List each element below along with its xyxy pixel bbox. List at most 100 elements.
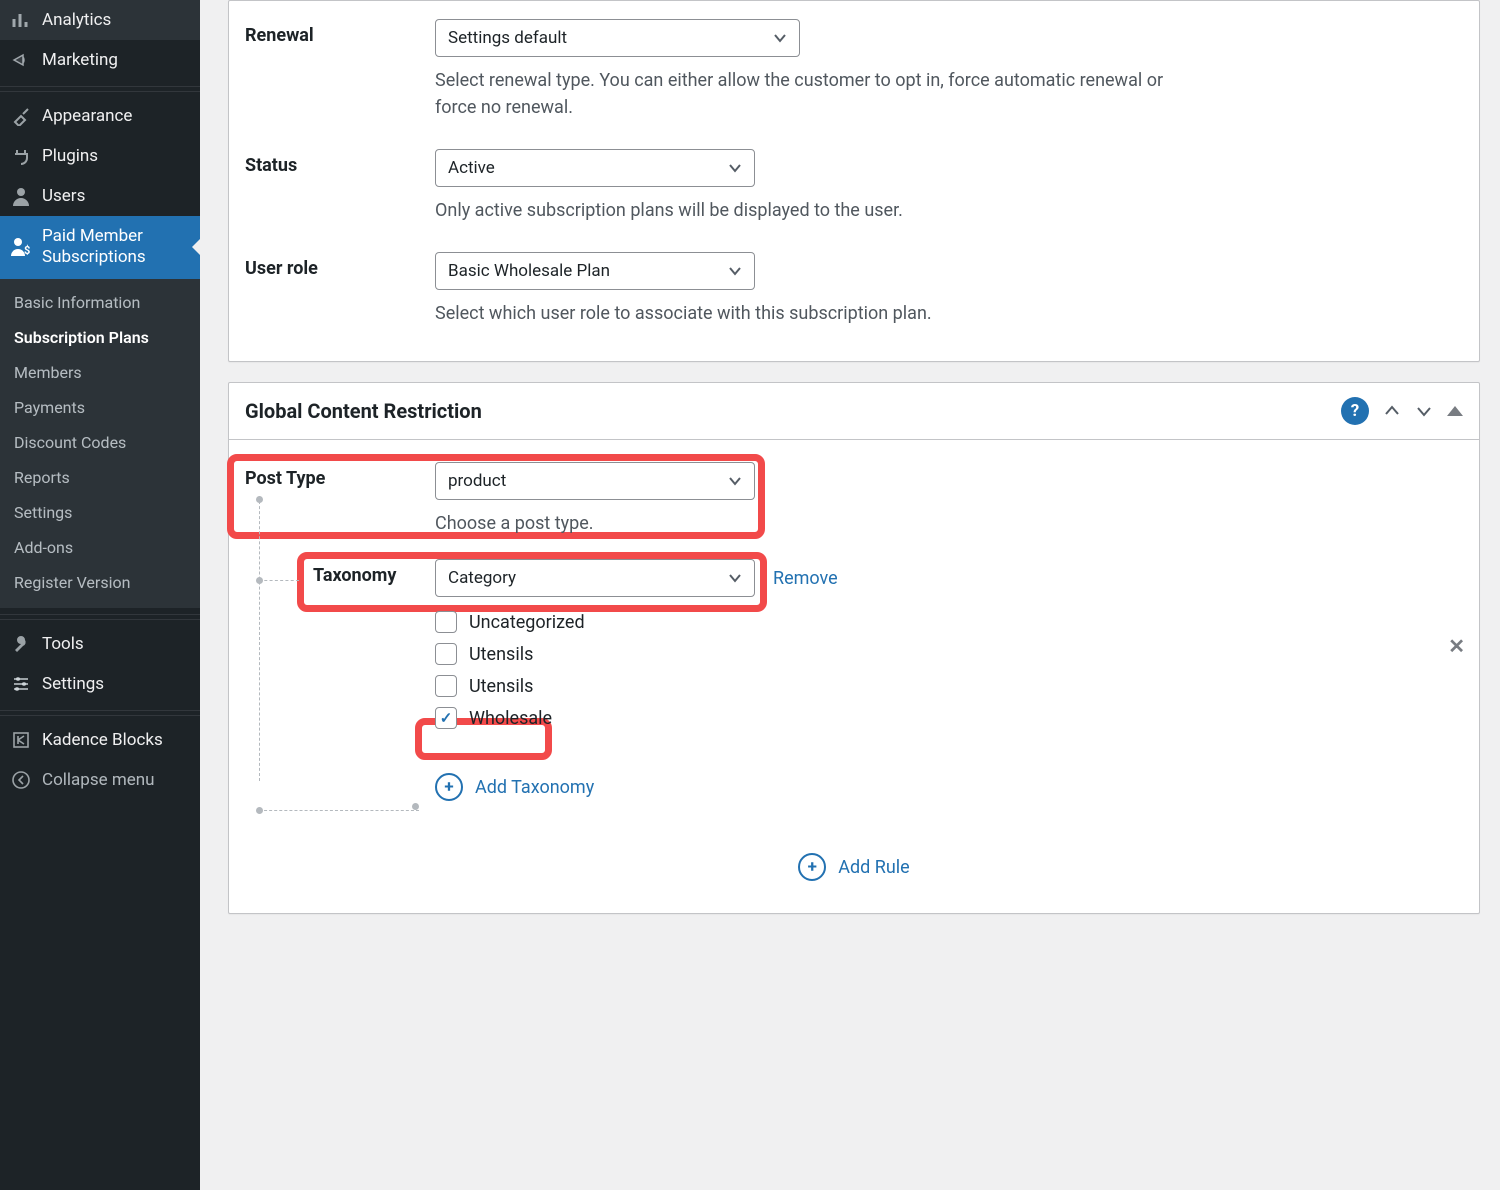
chevron-down-icon bbox=[773, 31, 787, 45]
remove-taxonomy-link[interactable]: Remove bbox=[773, 568, 838, 589]
plus-icon[interactable]: + bbox=[798, 853, 826, 881]
sidebar-submenu: Basic Information Subscription Plans Mem… bbox=[0, 279, 200, 608]
post-type-select[interactable]: product bbox=[435, 462, 755, 500]
taxonomy-value: Category bbox=[448, 568, 516, 588]
status-help: Only active subscription plans will be d… bbox=[435, 197, 1195, 224]
checkbox-wholesale[interactable] bbox=[435, 707, 457, 729]
taxonomy-label: Taxonomy bbox=[313, 559, 435, 586]
collapse-icon bbox=[10, 770, 32, 790]
user-icon bbox=[10, 186, 32, 206]
chevron-down-icon bbox=[728, 264, 742, 278]
sidebar-collapse-menu[interactable]: Collapse menu bbox=[0, 760, 200, 800]
user-role-select[interactable]: Basic Wholesale Plan bbox=[435, 252, 755, 290]
submenu-item-payments[interactable]: Payments bbox=[0, 390, 200, 425]
plus-icon[interactable]: + bbox=[435, 773, 463, 801]
sidebar-item-kadence-blocks[interactable]: Kadence Blocks bbox=[0, 720, 200, 760]
submenu-item-subscription-plans[interactable]: Subscription Plans bbox=[0, 320, 200, 355]
sidebar-item-label: Kadence Blocks bbox=[42, 730, 163, 750]
status-value: Active bbox=[448, 158, 495, 178]
tree-dot bbox=[256, 807, 263, 814]
sidebar-separator bbox=[0, 614, 200, 620]
user-dollar-icon: $ bbox=[10, 236, 32, 258]
tree-dot bbox=[412, 803, 419, 810]
sidebar-item-label: Settings bbox=[42, 674, 104, 694]
panel-collapse-toggle[interactable] bbox=[1447, 401, 1463, 421]
svg-text:$: $ bbox=[24, 244, 30, 257]
sidebar-item-analytics[interactable]: Analytics bbox=[0, 0, 200, 40]
gcr-panel-header: Global Content Restriction ? bbox=[229, 383, 1479, 440]
sidebar-item-label: Plugins bbox=[42, 146, 98, 166]
gcr-panel-title: Global Content Restriction bbox=[245, 399, 482, 423]
term-label: Wholesale bbox=[469, 708, 552, 729]
post-type-help: Choose a post type. bbox=[435, 510, 1195, 537]
post-type-value: product bbox=[448, 471, 506, 491]
sidebar-item-label: Analytics bbox=[42, 10, 111, 30]
add-rule-link[interactable]: Add Rule bbox=[838, 857, 909, 878]
sidebar-item-settings[interactable]: Settings bbox=[0, 664, 200, 704]
sidebar-item-label: Appearance bbox=[42, 106, 132, 126]
add-taxonomy-link[interactable]: Add Taxonomy bbox=[475, 777, 594, 798]
taxonomy-term-row: Utensils bbox=[435, 643, 1463, 665]
sidebar-item-appearance[interactable]: Appearance bbox=[0, 96, 200, 136]
submenu-item-settings[interactable]: Settings bbox=[0, 495, 200, 530]
submenu-item-register-version[interactable]: Register Version bbox=[0, 565, 200, 600]
help-icon[interactable]: ? bbox=[1341, 397, 1369, 425]
submenu-item-discount-codes[interactable]: Discount Codes bbox=[0, 425, 200, 460]
add-taxonomy-row: + Add Taxonomy bbox=[245, 773, 1463, 801]
sidebar-item-label: Marketing bbox=[42, 50, 118, 70]
brush-icon bbox=[10, 106, 32, 126]
add-rule-row: + Add Rule bbox=[245, 841, 1463, 885]
renewal-select[interactable]: Settings default bbox=[435, 19, 800, 57]
tree-line bbox=[259, 810, 419, 811]
field-row-renewal: Renewal Settings default Select renewal … bbox=[245, 19, 1463, 121]
main-content: Renewal Settings default Select renewal … bbox=[200, 0, 1500, 1190]
sliders-icon bbox=[10, 674, 32, 694]
subscription-plan-panel: Renewal Settings default Select renewal … bbox=[228, 0, 1480, 362]
plug-icon bbox=[10, 146, 32, 166]
chevron-up-icon[interactable] bbox=[1383, 402, 1401, 420]
admin-sidebar: Analytics Marketing Appearance Plugins U… bbox=[0, 0, 200, 1190]
field-row-user-role: User role Basic Wholesale Plan Select wh… bbox=[245, 252, 1463, 327]
user-role-help: Select which user role to associate with… bbox=[435, 300, 1195, 327]
submenu-item-reports[interactable]: Reports bbox=[0, 460, 200, 495]
sidebar-item-plugins[interactable]: Plugins bbox=[0, 136, 200, 176]
post-type-label: Post Type bbox=[245, 462, 435, 489]
status-label: Status bbox=[245, 149, 435, 176]
term-label: Utensils bbox=[469, 644, 533, 665]
sidebar-item-label: Users bbox=[42, 186, 85, 206]
taxonomy-term-row: Wholesale bbox=[435, 707, 1463, 729]
megaphone-icon bbox=[10, 50, 32, 70]
sidebar-item-marketing[interactable]: Marketing bbox=[0, 40, 200, 80]
taxonomy-term-list: Uncategorized Utensils Utensils Who bbox=[435, 611, 1463, 729]
renewal-value: Settings default bbox=[448, 28, 567, 48]
submenu-item-members[interactable]: Members bbox=[0, 355, 200, 390]
taxonomy-term-row: Utensils bbox=[435, 675, 1463, 697]
taxonomy-select[interactable]: Category bbox=[435, 559, 755, 597]
sidebar-item-label: Paid Member Subscriptions bbox=[42, 226, 190, 269]
checkbox-uncategorized[interactable] bbox=[435, 611, 457, 633]
chevron-down-icon bbox=[728, 571, 742, 585]
collapse-label: Collapse menu bbox=[42, 770, 155, 790]
checkbox-utensils-2[interactable] bbox=[435, 675, 457, 697]
analytics-icon bbox=[10, 10, 32, 30]
remove-rule-x[interactable]: ✕ bbox=[1448, 634, 1465, 658]
renewal-help: Select renewal type. You can either allo… bbox=[435, 67, 1195, 121]
field-row-status: Status Active Only active subscription p… bbox=[245, 149, 1463, 224]
sidebar-item-tools[interactable]: Tools bbox=[0, 624, 200, 664]
status-select[interactable]: Active bbox=[435, 149, 755, 187]
sidebar-item-label: Tools bbox=[42, 634, 84, 654]
sidebar-separator bbox=[0, 86, 200, 92]
user-role-label: User role bbox=[245, 252, 435, 279]
chevron-down-icon[interactable] bbox=[1415, 402, 1433, 420]
term-label: Uncategorized bbox=[469, 612, 585, 633]
sidebar-item-users[interactable]: Users bbox=[0, 176, 200, 216]
sidebar-item-paid-member-subscriptions[interactable]: $ Paid Member Subscriptions bbox=[0, 216, 200, 279]
gcr-taxonomy-row: Taxonomy Category Remove bbox=[245, 559, 1463, 729]
chevron-down-icon bbox=[728, 474, 742, 488]
gcr-panel-body: Post Type product Choose a post type. Ta… bbox=[229, 440, 1479, 913]
gcr-post-type-row: Post Type product Choose a post type. bbox=[245, 462, 1463, 537]
term-label: Utensils bbox=[469, 676, 533, 697]
checkbox-utensils[interactable] bbox=[435, 643, 457, 665]
submenu-item-basic-information[interactable]: Basic Information bbox=[0, 285, 200, 320]
submenu-item-add-ons[interactable]: Add-ons bbox=[0, 530, 200, 565]
